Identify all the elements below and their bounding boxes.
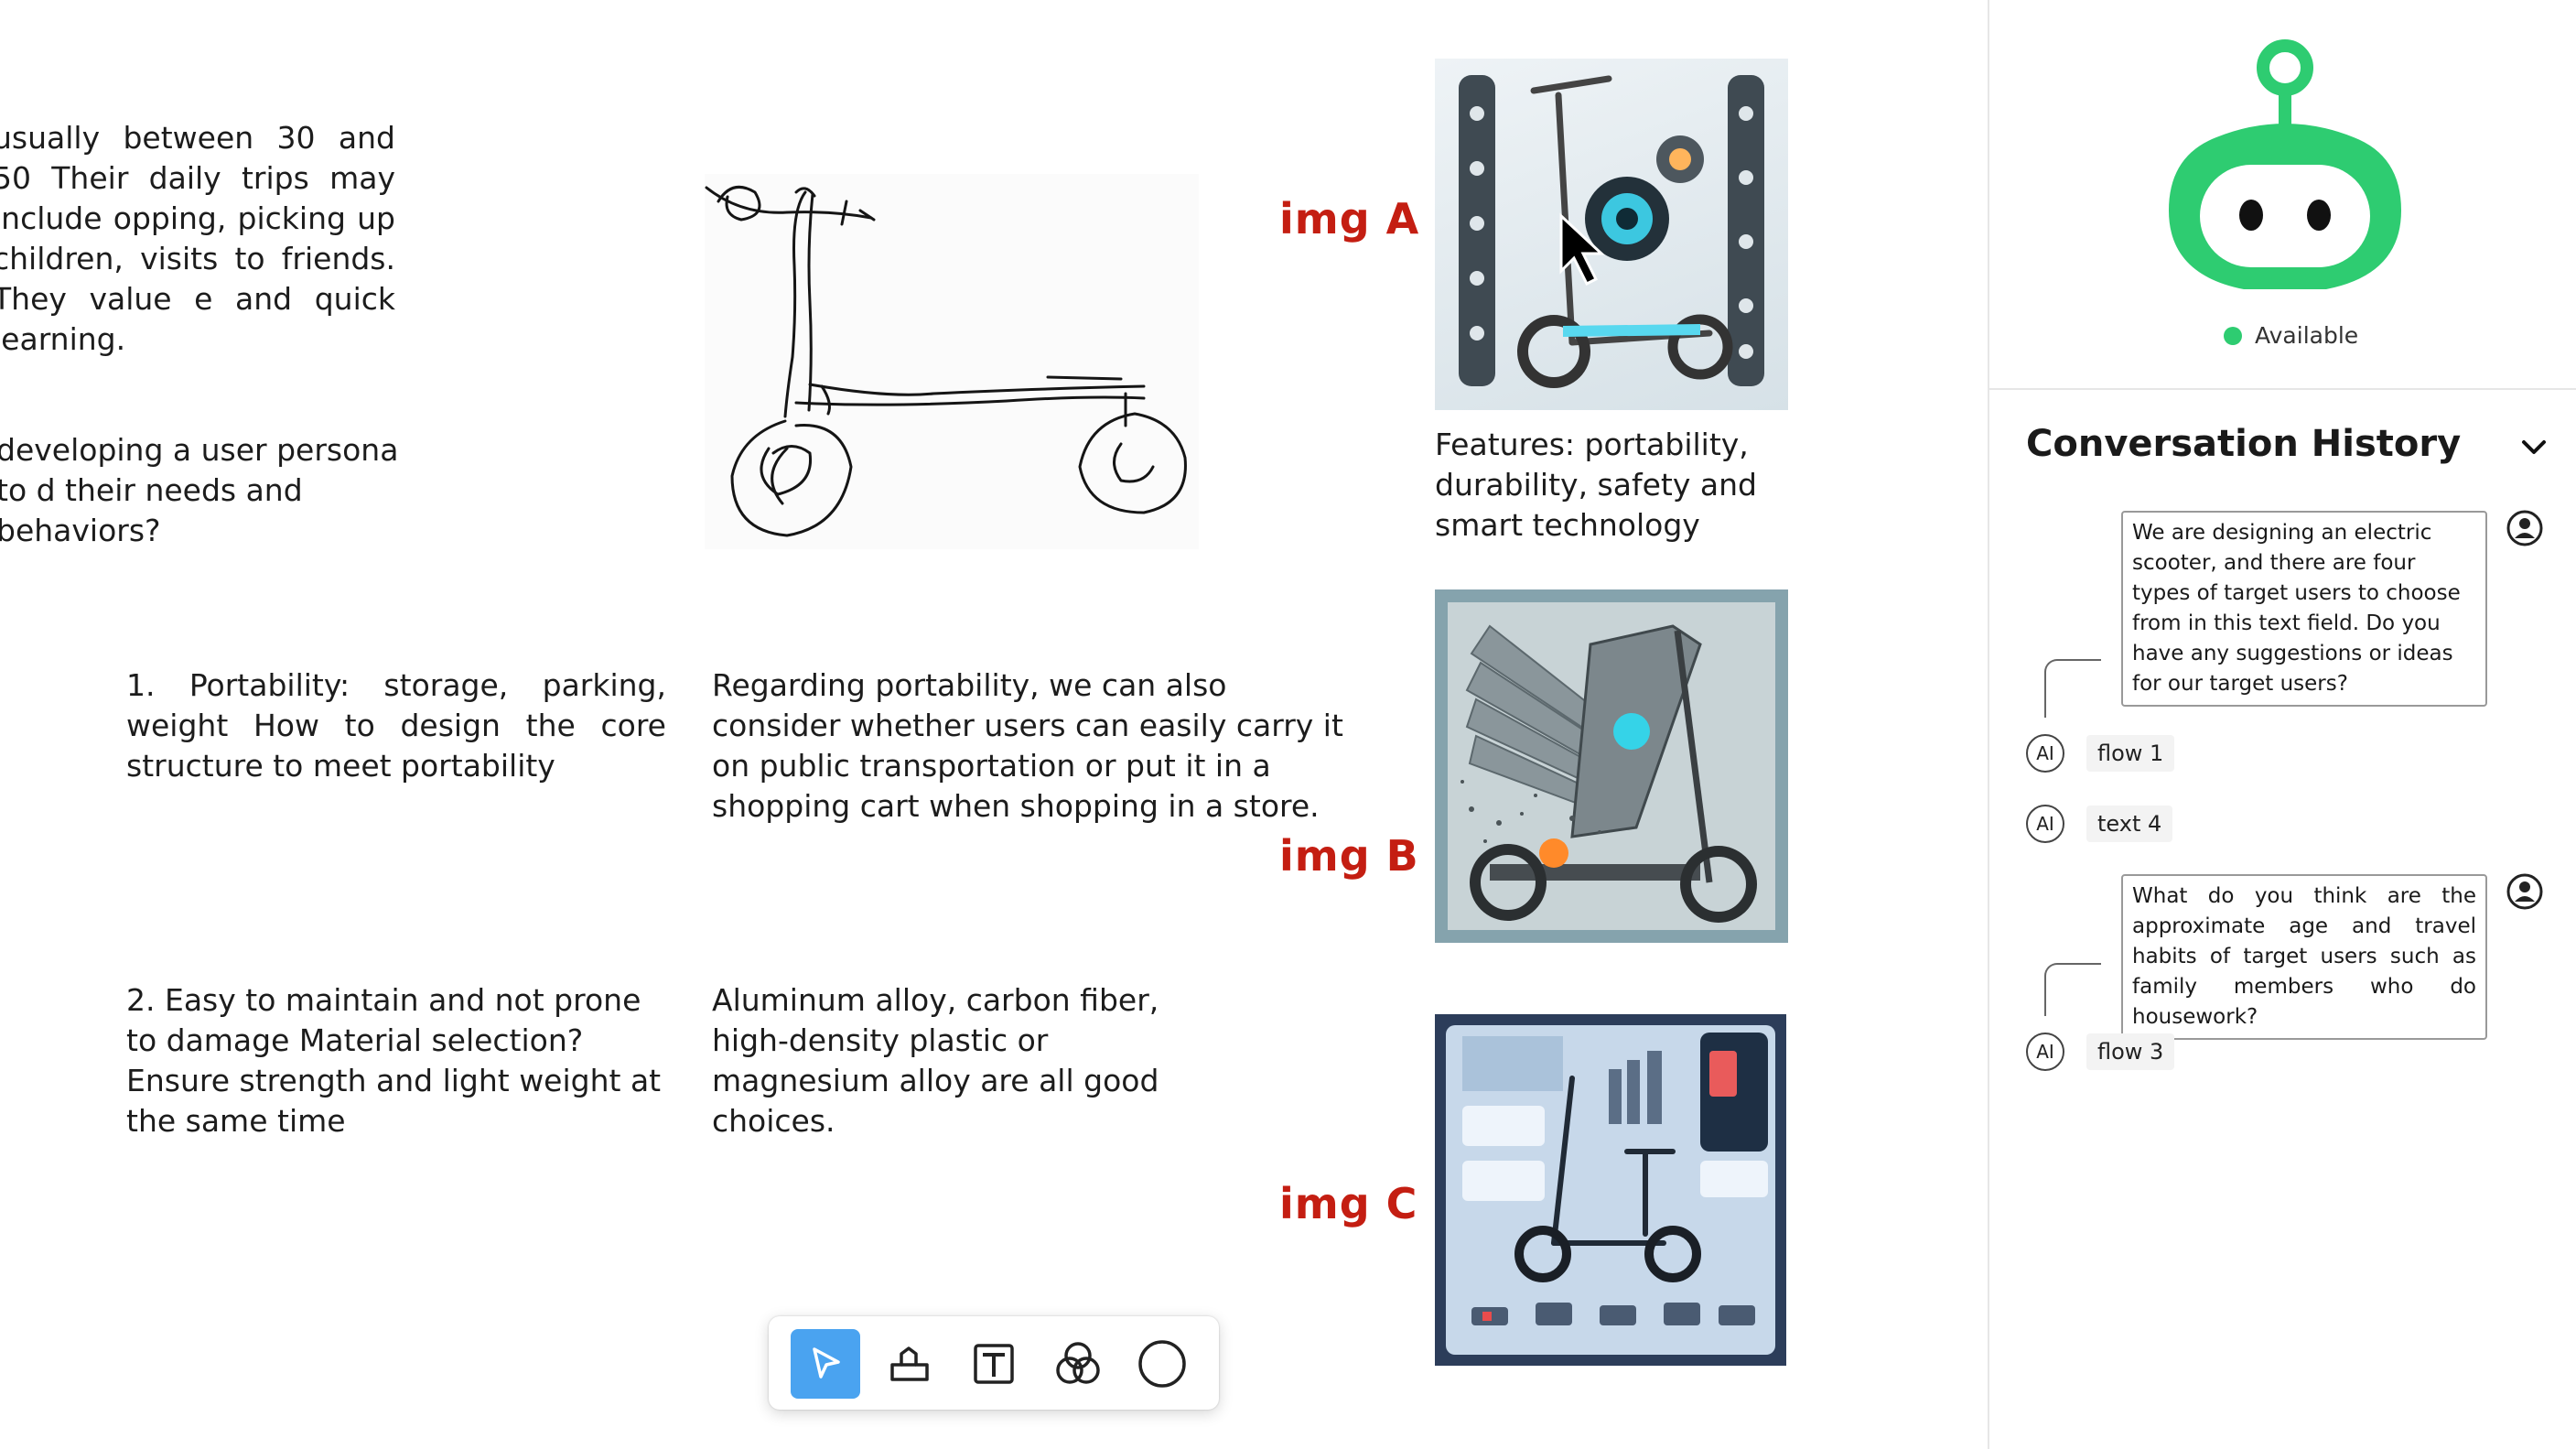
shape-icon (890, 1346, 929, 1381)
assistant-panel: Available Conversation History We are de… (1988, 0, 2576, 1449)
ai-response-label: flow 1 (2086, 735, 2175, 772)
image-a[interactable] (1435, 59, 1788, 410)
scooter-render-a (1459, 75, 1764, 388)
portability-point[interactable]: 1. Portability: storage, parking, weight… (126, 665, 666, 786)
text-tool-button[interactable] (959, 1329, 1029, 1399)
circle-icon (1138, 1340, 1186, 1388)
materials-answer[interactable]: Aluminum alloy, carbon fiber, high-densi… (712, 980, 1224, 1141)
ai-response-label: flow 3 (2086, 1033, 2175, 1070)
ai-badge: AI (2026, 1033, 2064, 1071)
assistant-status: Available (2224, 322, 2358, 349)
chevron-down-icon[interactable] (2518, 432, 2549, 463)
maintenance-point[interactable]: 2. Easy to maintain and not prone to dam… (126, 980, 666, 1141)
status-text: Available (2255, 322, 2359, 349)
img-a-label: img A (1279, 194, 1420, 243)
ai-response-item[interactable]: AI flow 1 (2026, 734, 2175, 773)
persona-text-fragment: usually between 30 and 50 Their daily tr… (0, 120, 395, 357)
persona-question-fragment: developing a user persona to d their nee… (0, 432, 399, 548)
image-b[interactable] (1435, 589, 1788, 943)
ai-badge: AI (2026, 805, 2064, 843)
ai-response-item[interactable]: AI flow 3 (2026, 1033, 2175, 1071)
user-avatar-icon (2506, 873, 2543, 910)
scooter-render-b (1448, 602, 1775, 930)
ai-response-item[interactable]: AI text 4 (2026, 805, 2173, 843)
text-tool-icon (974, 1344, 1014, 1384)
pointer-icon (813, 1347, 840, 1379)
conversation-history-title: Conversation History (2026, 423, 2462, 465)
img-c-label: img C (1279, 1179, 1418, 1228)
thread-connector (2044, 659, 2101, 718)
scooter-sketch-drawing (705, 185, 1187, 537)
shape-tool-button[interactable] (875, 1329, 944, 1399)
user-avatar-icon (2506, 510, 2543, 546)
scooter-render-c (1446, 1025, 1775, 1355)
blend-tool-button[interactable] (1043, 1329, 1113, 1399)
thread-connector (2044, 963, 2101, 1016)
portability-answer[interactable]: Regarding portability, we can also consi… (712, 665, 1343, 827)
user-message[interactable]: What do you think are the approximate ag… (2121, 874, 2487, 1040)
status-indicator (2224, 326, 2242, 345)
robot-avatar-icon (2169, 39, 2401, 289)
ai-response-label: text 4 (2086, 806, 2173, 842)
image-c[interactable] (1435, 1014, 1786, 1366)
circle-tool-button[interactable] (1127, 1329, 1197, 1399)
blend-icon (1056, 1342, 1100, 1384)
features-note[interactable]: Features: portability, durability, safet… (1435, 425, 1783, 546)
user-message[interactable]: We are designing an electric scooter, an… (2121, 511, 2487, 707)
assistant-header: Available (1989, 0, 2576, 390)
select-tool-button[interactable] (791, 1329, 860, 1399)
whiteboard-canvas[interactable]: usually between 30 and 50 Their daily tr… (0, 0, 1988, 1449)
ai-badge: AI (2026, 734, 2064, 773)
img-b-label: img B (1279, 831, 1419, 881)
drawing-toolbar (769, 1316, 1219, 1410)
scooter-sketch[interactable] (705, 174, 1199, 549)
